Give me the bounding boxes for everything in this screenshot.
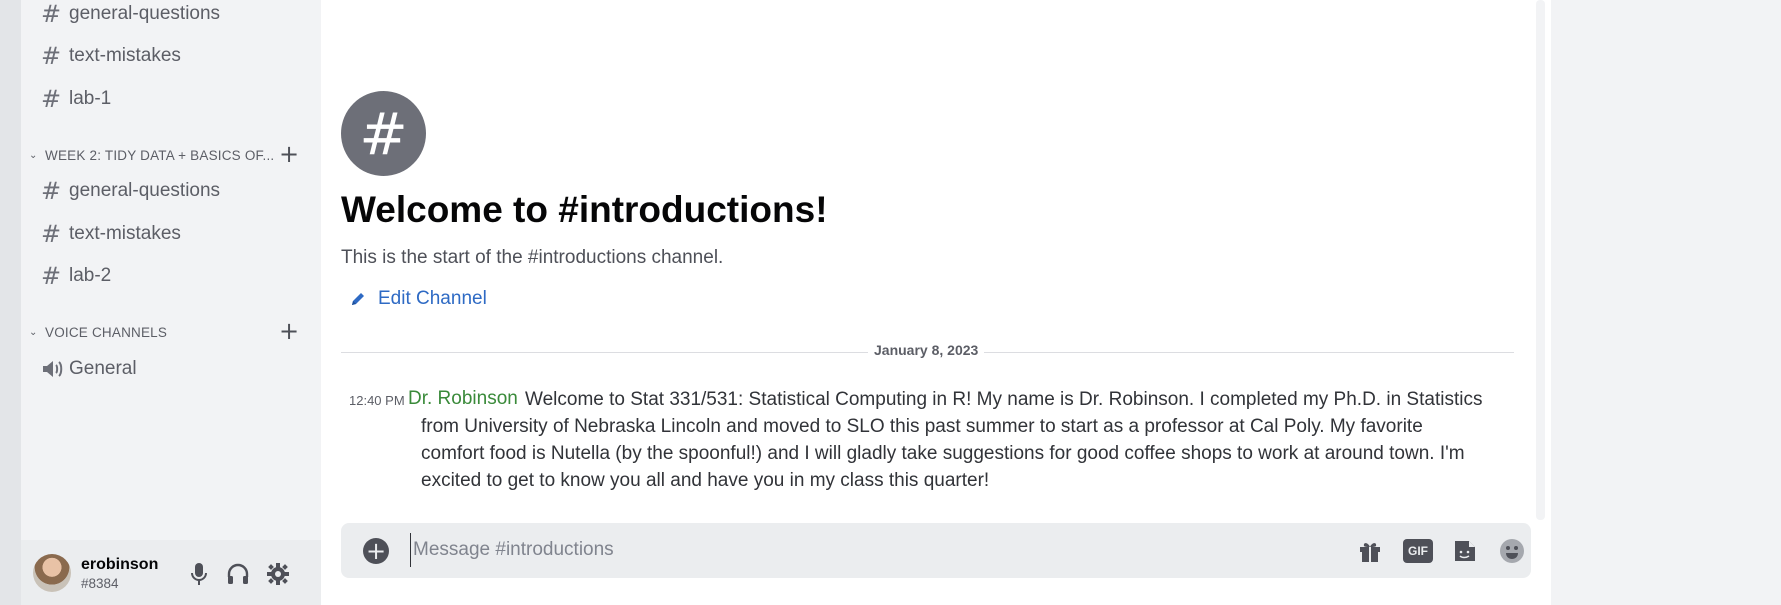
message-composer: + GIF	[341, 523, 1531, 578]
channel-hash-icon: #	[341, 91, 426, 176]
chat-scrollbar[interactable]	[1536, 0, 1545, 520]
pencil-icon	[350, 291, 366, 307]
server-rail	[0, 0, 21, 605]
channel-welcome-title: Welcome to #introductions!	[341, 189, 828, 230]
chevron-down-icon: ⌄	[29, 149, 38, 161]
right-pane	[1551, 0, 1781, 605]
channel-lab-1[interactable]: # lab-1	[41, 82, 111, 116]
channel-text-mistakes-week1[interactable]: # text-mistakes	[41, 39, 181, 73]
gif-icon[interactable]: GIF	[1403, 539, 1433, 563]
channel-label: text-mistakes	[69, 223, 181, 244]
emoji-icon[interactable]	[1497, 536, 1527, 566]
channel-lab-2[interactable]: # lab-2	[41, 259, 111, 293]
message-input[interactable]	[410, 533, 1310, 567]
edit-channel-link[interactable]: Edit Channel	[350, 288, 487, 310]
hash-icon: #	[41, 220, 62, 248]
user-tag: #8384	[81, 576, 119, 591]
plus-icon[interactable]: +	[363, 538, 389, 564]
channel-label: general-questions	[69, 180, 221, 201]
hash-icon: #	[41, 0, 62, 28]
hash-icon: #	[41, 262, 62, 290]
sticker-icon[interactable]	[1450, 536, 1480, 566]
user-panel: erobinson #8384	[21, 540, 321, 605]
hash-icon: #	[41, 42, 62, 70]
category-week-2[interactable]: ⌄ WEEK 2: TIDY DATA + BASICS OF...	[29, 143, 274, 167]
category-label: VOICE CHANNELS	[45, 324, 168, 340]
chevron-down-icon: ⌄	[29, 326, 38, 338]
voice-channel-general[interactable]: General	[41, 352, 137, 386]
chat-area	[321, 0, 1551, 605]
message-author[interactable]: Dr. Robinson	[408, 388, 518, 410]
category-label: WEEK 2: TIDY DATA + BASICS OF...	[45, 147, 275, 163]
add-voice-channel-button[interactable]: +	[279, 319, 299, 343]
channel-text-mistakes-week2[interactable]: # text-mistakes	[41, 217, 181, 251]
gift-icon[interactable]	[1355, 536, 1385, 566]
channel-label: General	[69, 358, 137, 379]
app-window: # general-questions # text-mistakes # la…	[0, 0, 1781, 605]
channel-label: lab-1	[69, 88, 112, 109]
channel-label: lab-2	[69, 265, 112, 286]
channel-general-questions-week2[interactable]: # general-questions	[41, 174, 220, 208]
hash-icon: #	[41, 177, 62, 205]
message-text: Welcome to Stat 331/531: Statistical Com…	[421, 389, 1483, 491]
headphones-icon[interactable]	[224, 560, 252, 588]
add-channel-week2-button[interactable]: +	[279, 142, 299, 166]
speaker-icon	[41, 359, 69, 379]
microphone-icon[interactable]	[185, 560, 213, 588]
gear-icon[interactable]	[264, 560, 292, 588]
message-timestamp: 12:40 PM	[349, 393, 405, 408]
channel-sidebar: # general-questions # text-mistakes # la…	[21, 0, 321, 605]
channel-label: general-questions	[69, 3, 221, 24]
channel-label: text-mistakes	[69, 45, 181, 66]
edit-channel-label: Edit Channel	[378, 288, 487, 309]
hash-icon: #	[41, 85, 62, 113]
avatar[interactable]	[33, 554, 71, 592]
username: erobinson	[81, 556, 159, 573]
channel-start-text: This is the start of the #introductions …	[341, 247, 724, 268]
date-divider: January 8, 2023	[868, 342, 985, 358]
channel-general-questions-week1[interactable]: # general-questions	[41, 0, 220, 31]
category-voice-channels[interactable]: ⌄ VOICE CHANNELS	[29, 320, 167, 344]
